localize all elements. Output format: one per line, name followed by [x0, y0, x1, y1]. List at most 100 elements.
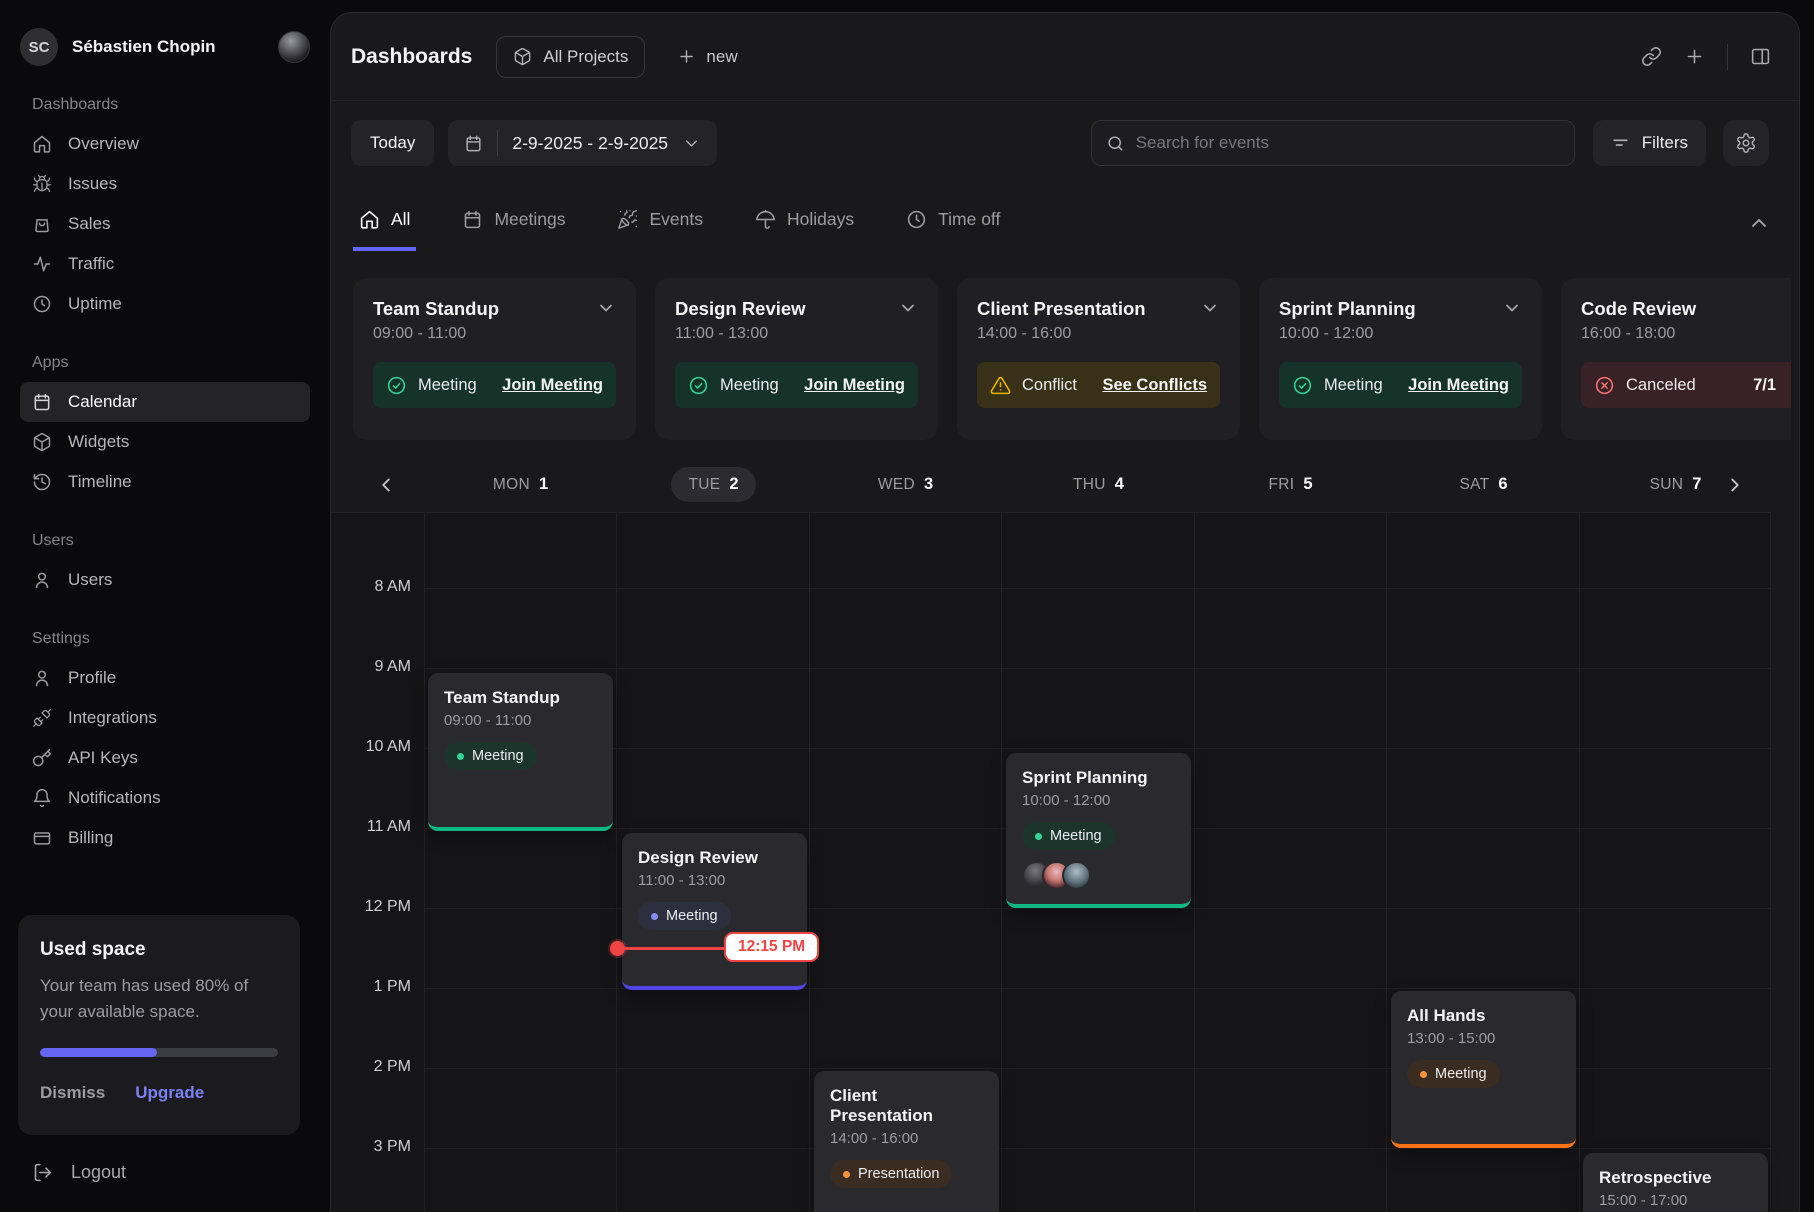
card-time: 11:00 - 13:00: [675, 325, 918, 343]
sidebar-item-sales[interactable]: Sales: [20, 204, 310, 244]
event-time: 10:00 - 12:00: [1022, 792, 1175, 809]
time-label: 8 AM: [331, 578, 411, 596]
x-circle-icon: [1594, 375, 1615, 396]
bug-icon: [32, 174, 52, 194]
sidebar-item-timeline[interactable]: Timeline: [20, 462, 310, 502]
link-icon[interactable]: [1641, 46, 1662, 67]
sidebar-item-billing[interactable]: Billing: [20, 818, 310, 858]
dismiss-button[interactable]: Dismiss: [40, 1083, 105, 1103]
sidebar-item-overview[interactable]: Overview: [20, 124, 310, 164]
tab-all[interactable]: All: [353, 201, 416, 251]
sidebar-item-widgets[interactable]: Widgets: [20, 422, 310, 462]
chevron-down-icon[interactable]: [1502, 298, 1522, 318]
grid-line: [1194, 513, 1195, 1212]
join-meeting-link[interactable]: Join Meeting: [1408, 376, 1509, 395]
event-time: 11:00 - 13:00: [638, 872, 791, 889]
calendar-event-design-review[interactable]: Design Review 11:00 - 13:00 Meeting: [622, 833, 807, 990]
unplug-icon: [32, 708, 52, 728]
tab-label: Holidays: [787, 209, 854, 230]
day-name: TUE: [688, 476, 720, 494]
panel-right-icon[interactable]: [1750, 46, 1771, 67]
umbrella-icon: [755, 209, 776, 230]
sidebar-item-profile[interactable]: Profile: [20, 658, 310, 698]
sidebar-item-api-keys[interactable]: API Keys: [20, 738, 310, 778]
collapse-chevron-up-icon[interactable]: [1747, 211, 1771, 235]
search-input[interactable]: [1136, 133, 1560, 153]
section-label-apps: Apps: [32, 354, 298, 372]
tab-holidays[interactable]: Holidays: [749, 201, 860, 247]
event-time: 15:00 - 17:00: [1599, 1192, 1752, 1209]
sidebar-item-notifications[interactable]: Notifications: [20, 778, 310, 818]
tab-time-off[interactable]: Time off: [900, 201, 1006, 247]
event-tag: Meeting: [444, 742, 537, 770]
user-photo-avatar[interactable]: [278, 31, 310, 63]
event-tag: Presentation: [830, 1160, 952, 1188]
summary-card-client-presentation[interactable]: Client Presentation 14:00 - 16:00 Confli…: [957, 278, 1240, 440]
chevron-down-icon[interactable]: [596, 298, 616, 318]
sidebar-item-label: Profile: [68, 668, 116, 688]
used-space-card: Used space Your team has used 80% of you…: [18, 915, 300, 1135]
summary-card-team-standup[interactable]: Team Standup 09:00 - 11:00 Meeting Join …: [353, 278, 636, 440]
see-conflicts-link[interactable]: See Conflicts: [1102, 376, 1207, 395]
sidebar-item-uptime[interactable]: Uptime: [20, 284, 310, 324]
chevron-down-icon[interactable]: [898, 298, 918, 318]
today-button[interactable]: Today: [351, 120, 434, 166]
day-name: SUN: [1650, 476, 1684, 494]
calendar-event-retrospective[interactable]: Retrospective 15:00 - 17:00 Meeting: [1583, 1153, 1768, 1212]
date-range-value: 2-9-2025 - 2-9-2025: [512, 133, 668, 154]
status-banner: Meeting Join Meeting: [675, 362, 918, 408]
summary-card-sprint-planning[interactable]: Sprint Planning 10:00 - 12:00 Meeting Jo…: [1259, 278, 1542, 440]
day-number: 2: [729, 475, 738, 494]
home-icon: [32, 134, 52, 154]
date-range-picker[interactable]: 2-9-2025 - 2-9-2025: [448, 120, 717, 166]
tab-meetings[interactable]: Meetings: [456, 201, 571, 247]
sidebar-item-label: Billing: [68, 828, 113, 848]
join-meeting-link[interactable]: Join Meeting: [804, 376, 905, 395]
grid-line: [1770, 513, 1771, 1212]
sidebar-item-integrations[interactable]: Integrations: [20, 698, 310, 738]
page-title: Dashboards: [351, 45, 472, 69]
chevron-left-icon[interactable]: [375, 474, 397, 496]
sidebar-item-issues[interactable]: Issues: [20, 164, 310, 204]
sidebar: SC Sébastien Chopin Dashboards Overview …: [0, 0, 330, 1212]
calendar-event-sprint-planning[interactable]: Sprint Planning 10:00 - 12:00 Meeting: [1006, 753, 1191, 908]
join-meeting-link[interactable]: Join Meeting: [502, 376, 603, 395]
sidebar-item-calendar[interactable]: Calendar: [20, 382, 310, 422]
grid-line: [1386, 513, 1387, 1212]
day-header-thu: THU 4: [1006, 456, 1191, 513]
chevron-down-icon[interactable]: [1200, 298, 1220, 318]
summary-card-design-review[interactable]: Design Review 11:00 - 13:00 Meeting Join…: [655, 278, 938, 440]
user-initials-avatar[interactable]: SC: [20, 28, 58, 66]
sidebar-item-users[interactable]: Users: [20, 560, 310, 600]
logout-button[interactable]: Logout: [32, 1162, 126, 1183]
card-time: 14:00 - 16:00: [977, 325, 1220, 343]
new-button-label: new: [706, 47, 737, 67]
summary-card-code-review[interactable]: Code Review 16:00 - 18:00 Canceled 7/1: [1561, 278, 1791, 440]
day-name: FRI: [1268, 476, 1294, 494]
filters-button[interactable]: Filters: [1593, 120, 1706, 166]
upgrade-button[interactable]: Upgrade: [135, 1083, 204, 1103]
event-tag: Meeting: [638, 902, 731, 930]
plus-icon[interactable]: [1684, 46, 1705, 67]
all-projects-button[interactable]: All Projects: [496, 36, 645, 78]
status-label: Conflict: [1022, 376, 1077, 395]
sidebar-item-label: Notifications: [68, 788, 161, 808]
sidebar-item-traffic[interactable]: Traffic: [20, 244, 310, 284]
new-dashboard-button[interactable]: new: [667, 36, 747, 78]
clock-icon: [906, 209, 927, 230]
day-header-sat: SAT 6: [1391, 456, 1576, 513]
settings-button[interactable]: [1723, 120, 1769, 166]
calendar-event-all-hands[interactable]: All Hands 13:00 - 15:00 Meeting: [1391, 991, 1576, 1148]
card-title: Client Presentation: [977, 298, 1146, 320]
used-space-title: Used space: [40, 939, 278, 961]
logout-label: Logout: [71, 1162, 126, 1183]
time-label: 12 PM: [331, 898, 411, 916]
day-number: 5: [1303, 475, 1312, 494]
section-label-dashboards: Dashboards: [32, 96, 298, 114]
tab-events[interactable]: Events: [611, 201, 709, 247]
chevron-right-icon[interactable]: [1724, 474, 1746, 496]
grid-line: [809, 513, 810, 1212]
calendar-grid[interactable]: 8 AM 9 AM 10 AM 11 AM 12 PM 1 PM 2 PM 3 …: [331, 513, 1771, 1212]
calendar-event-client-presentation[interactable]: Client Presentation 14:00 - 16:00 Presen…: [814, 1071, 999, 1212]
calendar-event-team-standup[interactable]: Team Standup 09:00 - 11:00 Meeting: [428, 673, 613, 831]
